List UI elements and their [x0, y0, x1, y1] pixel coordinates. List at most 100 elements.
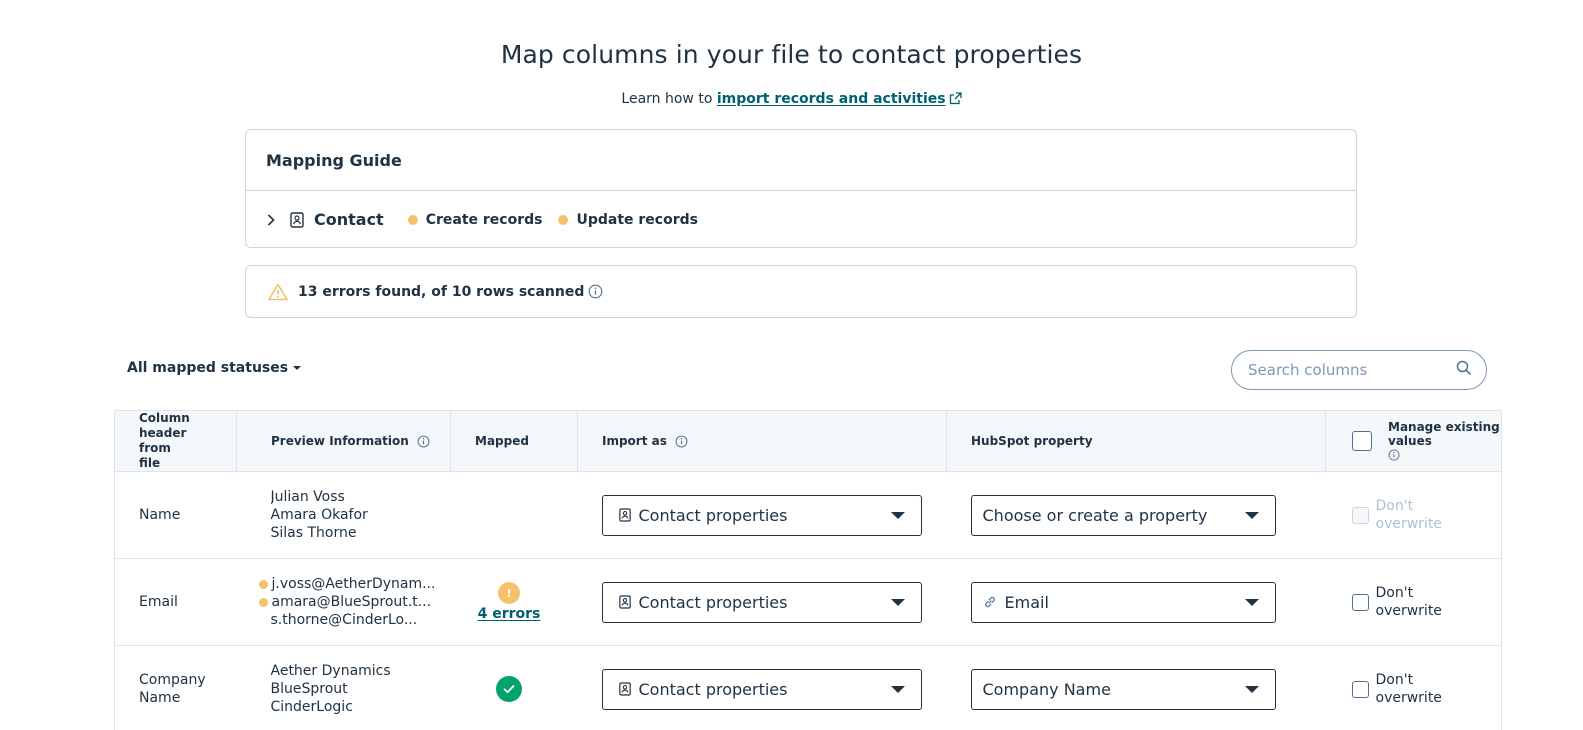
info-icon[interactable]	[417, 435, 430, 448]
mapped-status-filter[interactable]: All mapped statuses	[127, 360, 302, 376]
search-input[interactable]	[1248, 361, 1456, 379]
col-header-column: Column header from file	[114, 410, 237, 472]
preview-value: Amara Okafor	[270, 507, 368, 523]
column-name: Company Name	[139, 672, 206, 706]
import-as-value: Contact properties	[638, 592, 788, 612]
preview-values: Aether Dynamics BlueSprout CinderLogic	[237, 662, 451, 716]
import-as-value: Contact properties	[638, 505, 788, 525]
learn-prefix: Learn how to	[621, 91, 713, 107]
import-as-select[interactable]: Contact properties	[601, 494, 922, 536]
create-records-label: Create records	[425, 211, 543, 228]
dont-overwrite-option: Don't overwrite	[1326, 584, 1502, 620]
dont-overwrite-option: Don't overwrite	[1326, 671, 1502, 707]
preview-value-error: j.voss@AetherDynam...	[258, 575, 451, 593]
contact-icon	[618, 595, 631, 609]
search-box[interactable]	[1231, 350, 1487, 390]
preview-value: Aether Dynamics	[270, 663, 391, 679]
caret-down-icon	[1244, 511, 1259, 519]
preview-value: CinderLogic	[270, 699, 353, 715]
mapped-status: ! 4 errors	[450, 558, 578, 646]
errors-link[interactable]: 4 errors	[451, 606, 568, 622]
update-records-label: Update records	[576, 211, 698, 228]
hubspot-property-select[interactable]: Email	[970, 581, 1276, 623]
error-dot	[258, 579, 268, 589]
error-dot	[258, 597, 268, 607]
caret-down-icon	[293, 366, 302, 370]
external-link-icon[interactable]	[949, 92, 962, 109]
preview-value: Julian Voss	[270, 489, 345, 505]
errors-banner: 13 errors found, of 10 rows scanned	[245, 265, 1357, 318]
col-header-hubspot-property: HubSpot property	[946, 410, 1326, 472]
update-records-status: Update records	[558, 212, 698, 228]
preview-value: j.voss@AetherDynam...	[271, 576, 436, 592]
col-header-import-as: Import as	[577, 410, 947, 472]
preview-value-error: amara@BlueSprout.t...	[258, 593, 451, 611]
column-name: Name	[139, 507, 181, 523]
dont-overwrite-checkbox[interactable]	[1351, 680, 1369, 698]
dont-overwrite-label: Don't overwrite	[1375, 672, 1442, 706]
table-row: Email j.voss@AetherDynam... amara@BlueSp…	[114, 558, 1502, 646]
create-records-status: Create records	[407, 211, 543, 228]
filter-label: All mapped statuses	[127, 360, 289, 376]
import-as-select[interactable]: Contact properties	[601, 581, 922, 623]
property-value: Email	[1004, 592, 1049, 612]
preview-value: Silas Thorne	[270, 525, 357, 541]
info-icon[interactable]	[1388, 449, 1400, 461]
col-header-manage: Manage existing values	[1325, 410, 1502, 472]
dont-overwrite-label: Don't overwrite	[1375, 498, 1442, 532]
dont-overwrite-checkbox[interactable]	[1351, 506, 1369, 524]
errors-summary: 13 errors found, of 10 rows scanned	[298, 283, 585, 300]
dont-overwrite-option: Don't overwrite	[1326, 497, 1502, 533]
contact-icon	[618, 682, 631, 696]
caret-down-icon	[1244, 685, 1259, 693]
caret-down-icon	[890, 598, 905, 606]
search-icon[interactable]	[1456, 360, 1472, 380]
manage-all-checkbox[interactable]	[1352, 431, 1372, 451]
warning-icon	[268, 283, 288, 301]
preview-header-label: Preview Information	[271, 433, 409, 448]
property-value: Company Name	[982, 679, 1111, 699]
mapped-status	[450, 471, 578, 559]
import-as-header-label: Import as	[602, 433, 667, 448]
preview-value: s.thorne@CinderLo...	[270, 612, 418, 628]
preview-value: BlueSprout	[270, 681, 348, 697]
mapping-guide-card: Mapping Guide Contact Create records Upd…	[245, 129, 1357, 248]
mapped-status	[450, 645, 578, 730]
status-dot	[407, 214, 418, 225]
hubspot-property-select[interactable]: Company Name	[970, 668, 1276, 710]
table-row: Name Julian Voss Amara Okafor Silas Thor…	[114, 471, 1502, 559]
import-as-value: Contact properties	[638, 679, 788, 699]
caret-down-icon	[890, 685, 905, 693]
table-header-row: Column header from file Preview Informat…	[114, 410, 1502, 472]
caret-down-icon	[1244, 598, 1259, 606]
guide-contact-row[interactable]: Contact Create records Update records	[246, 191, 1356, 248]
page-title: Map columns in your file to contact prop…	[500, 40, 1083, 69]
caret-down-icon	[890, 511, 905, 519]
mapping-guide-title: Mapping Guide	[246, 130, 1356, 191]
col-header-preview: Preview Information	[236, 410, 451, 472]
import-as-select[interactable]: Contact properties	[601, 668, 922, 710]
contact-label: Contact	[314, 210, 384, 229]
chevron-right-icon[interactable]	[264, 213, 278, 227]
import-help-link[interactable]: import records and activities	[717, 91, 946, 107]
preview-values: Julian Voss Amara Okafor Silas Thorne	[237, 488, 451, 542]
table-row: Company Name Aether Dynamics BlueSprout …	[114, 645, 1502, 730]
info-icon[interactable]	[588, 284, 603, 299]
property-value: Choose or create a property	[982, 505, 1208, 525]
preview-value: amara@BlueSprout.t...	[271, 594, 432, 610]
manage-header-label: Manage existing values	[1388, 420, 1500, 448]
column-name: Email	[139, 594, 178, 610]
hubspot-property-select[interactable]: Choose or create a property	[970, 494, 1276, 536]
contact-icon	[290, 211, 304, 228]
info-icon[interactable]	[675, 435, 688, 448]
dont-overwrite-checkbox[interactable]	[1351, 593, 1369, 611]
status-dot	[558, 214, 569, 225]
link-icon	[983, 595, 997, 609]
learn-line: Learn how to import records and activiti…	[0, 91, 1583, 109]
col-header-mapped: Mapped	[450, 410, 578, 472]
contact-icon	[618, 508, 631, 522]
dont-overwrite-label: Don't overwrite	[1375, 585, 1442, 619]
warning-icon: !	[498, 582, 520, 604]
mapping-table: Column header from file Preview Informat…	[114, 410, 1502, 730]
check-icon	[496, 676, 522, 702]
